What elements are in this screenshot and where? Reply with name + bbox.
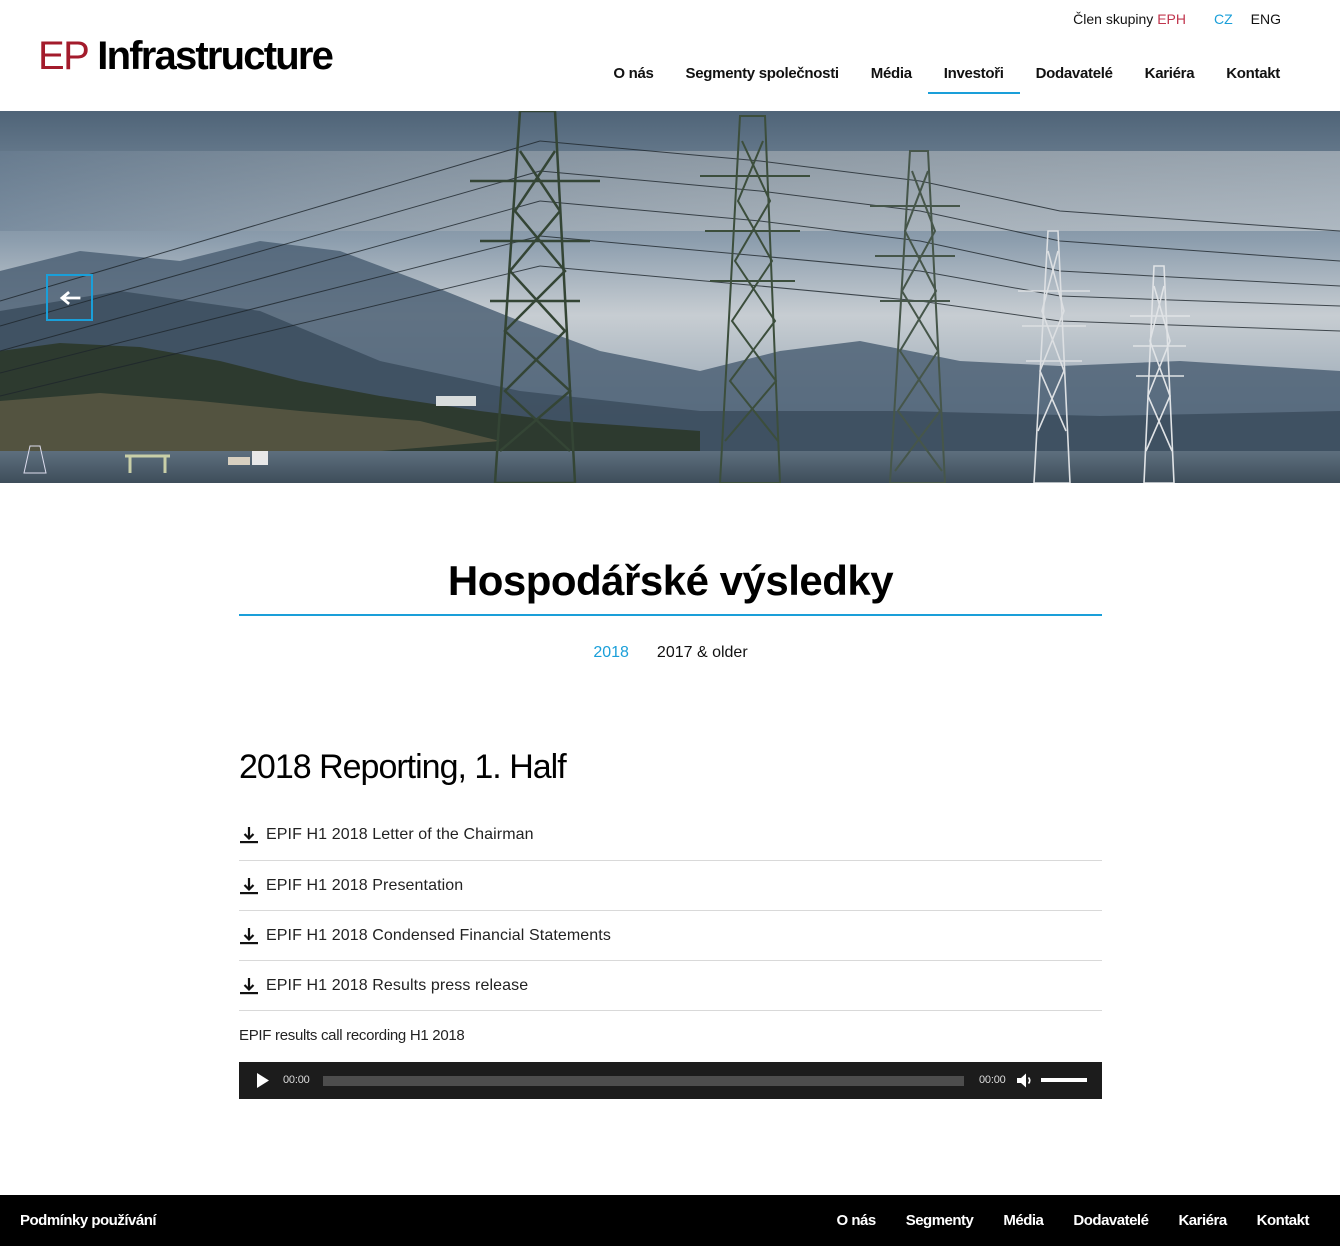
nav-item-segmenty[interactable]: Segmenty společnosti — [670, 58, 855, 94]
site-header: EP Infrastructure Člen skupiny EPH CZ EN… — [0, 0, 1340, 111]
document-list: EPIF H1 2018 Letter of the Chairman EPIF… — [239, 812, 1102, 1011]
document-link[interactable]: EPIF H1 2018 Condensed Financial Stateme… — [266, 927, 611, 945]
document-link[interactable]: EPIF H1 2018 Results press release — [266, 977, 528, 995]
nav-item-kariera[interactable]: Kariéra — [1129, 58, 1211, 94]
recording-label: EPIF results call recording H1 2018 — [239, 1027, 465, 1044]
footer-link-media[interactable]: Média — [988, 1211, 1058, 1231]
download-icon — [240, 927, 258, 944]
footer-link-kariera[interactable]: Kariéra — [1163, 1211, 1241, 1231]
logo-ep: EP — [38, 34, 89, 78]
hero-image — [0, 111, 1340, 483]
terms-link[interactable]: Podmínky používání — [20, 1211, 157, 1231]
document-item[interactable]: EPIF H1 2018 Results press release — [239, 961, 1102, 1011]
main-nav: O nás Segmenty společnosti Média Investo… — [597, 58, 1296, 94]
play-icon[interactable] — [256, 1072, 270, 1089]
lang-cz-link[interactable]: CZ — [1214, 9, 1233, 29]
title-divider — [239, 614, 1102, 616]
arrow-left-icon — [59, 290, 80, 305]
document-item[interactable]: EPIF H1 2018 Letter of the Chairman — [239, 812, 1102, 861]
back-button[interactable] — [46, 274, 93, 321]
document-item[interactable]: EPIF H1 2018 Condensed Financial Stateme… — [239, 911, 1102, 961]
footer-nav: O nás Segmenty Média Dodavatelé Kariéra … — [822, 1211, 1325, 1231]
volume-icon[interactable] — [1016, 1072, 1034, 1089]
nav-item-kontakt[interactable]: Kontakt — [1210, 58, 1296, 94]
top-bar: Člen skupiny EPH CZ ENG — [1073, 9, 1281, 29]
nav-item-dodavatele[interactable]: Dodavatelé — [1020, 58, 1129, 94]
site-logo[interactable]: EP Infrastructure — [38, 32, 334, 80]
main-content: Hospodářské výsledky 2018 2017 & older 2… — [239, 483, 1102, 1099]
footer-link-kontakt[interactable]: Kontakt — [1242, 1211, 1324, 1231]
progress-bar[interactable] — [323, 1076, 964, 1086]
tab-2017-older[interactable]: 2017 & older — [657, 642, 748, 664]
current-time: 00:00 — [283, 1074, 310, 1086]
tab-2018[interactable]: 2018 — [593, 642, 629, 664]
year-tabs: 2018 2017 & older — [239, 642, 1102, 664]
footer-link-o-nas[interactable]: O nás — [822, 1211, 891, 1231]
lang-eng-link[interactable]: ENG — [1251, 9, 1281, 29]
nav-item-o-nas[interactable]: O nás — [597, 58, 669, 94]
section-title: 2018 Reporting, 1. Half — [239, 748, 567, 786]
download-icon — [240, 827, 258, 844]
document-link[interactable]: EPIF H1 2018 Letter of the Chairman — [266, 826, 534, 844]
page-title: Hospodářské výsledky — [447, 557, 894, 604]
document-item[interactable]: EPIF H1 2018 Presentation — [239, 861, 1102, 911]
site-footer: Podmínky používání O nás Segmenty Média … — [0, 1195, 1340, 1246]
download-icon — [240, 977, 258, 994]
footer-link-segmenty[interactable]: Segmenty — [891, 1211, 989, 1231]
group-member-text: Člen skupiny — [1073, 11, 1154, 27]
volume-slider[interactable] — [1041, 1078, 1087, 1082]
duration-time: 00:00 — [979, 1074, 1006, 1086]
power-lines-landscape-image — [0, 111, 1340, 483]
document-link[interactable]: EPIF H1 2018 Presentation — [266, 877, 463, 895]
logo-infrastructure: Infrastructure — [97, 34, 334, 78]
nav-item-media[interactable]: Média — [855, 58, 928, 94]
footer-link-dodavatele[interactable]: Dodavatelé — [1058, 1211, 1163, 1231]
eph-link[interactable]: EPH — [1157, 9, 1186, 29]
download-icon — [240, 877, 258, 894]
audio-player: 00:00 00:00 — [239, 1062, 1102, 1099]
nav-item-investori[interactable]: Investoři — [927, 58, 1020, 94]
